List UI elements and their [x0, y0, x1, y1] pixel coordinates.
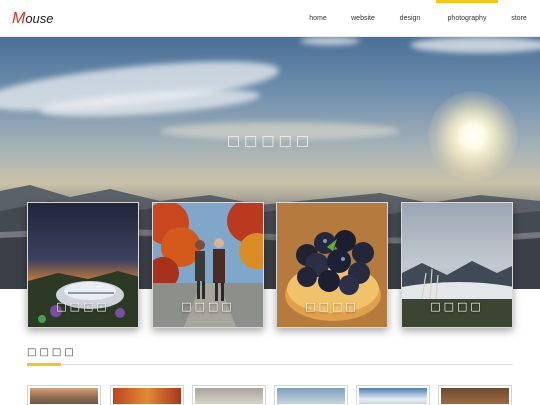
section-divider [27, 364, 513, 365]
gallery-thumbnail[interactable] [438, 385, 512, 405]
thumbnail-image [441, 388, 509, 404]
nav-item-home[interactable]: home [294, 0, 342, 37]
gallery-thumbnail[interactable] [356, 385, 430, 405]
category-card[interactable]: □□□□ [276, 202, 388, 328]
thumbnail-image [195, 388, 263, 404]
gallery-thumbnail[interactable] [192, 385, 266, 405]
gallery-thumbnail[interactable] [274, 385, 348, 405]
thumbnail-image [277, 388, 345, 404]
card-label: □□□□ [181, 300, 235, 313]
hero-cloud [410, 37, 540, 53]
card-label: □□□□ [56, 300, 110, 313]
nav-item-store[interactable]: store [498, 0, 540, 37]
hero-title: □□□□□ [226, 133, 314, 149]
card-label: □□□□ [305, 300, 359, 313]
site-logo[interactable]: Mouse [12, 10, 54, 28]
hero-cloud [300, 37, 360, 45]
gallery-thumbnail[interactable] [27, 385, 101, 405]
thumbnail-image [113, 388, 181, 404]
category-cards: □□□□ □□□□ □□□□ □□□□ [27, 202, 513, 328]
thumbnail-image [359, 388, 427, 404]
nav-item-website[interactable]: website [342, 0, 384, 37]
section-title: □□□□ [27, 347, 77, 358]
thumbnail-strip [27, 385, 513, 405]
section-accent-bar [27, 363, 61, 366]
card-label: □□□□ [430, 300, 484, 313]
thumbnail-image [30, 388, 98, 404]
category-card[interactable]: □□□□ [152, 202, 264, 328]
gallery-thumbnail[interactable] [110, 385, 184, 405]
main-nav: home website design photography store [294, 0, 540, 37]
category-card[interactable]: □□□□ [27, 202, 139, 328]
logo-initial: M [12, 10, 26, 27]
logo-text: ouse [25, 11, 54, 26]
site-header: Mouse home website design photography st… [0, 0, 540, 37]
nav-item-photography[interactable]: photography [436, 0, 498, 37]
page: Mouse home website design photography st… [0, 0, 540, 405]
category-card[interactable]: □□□□ [401, 202, 513, 328]
nav-item-design[interactable]: design [384, 0, 436, 37]
